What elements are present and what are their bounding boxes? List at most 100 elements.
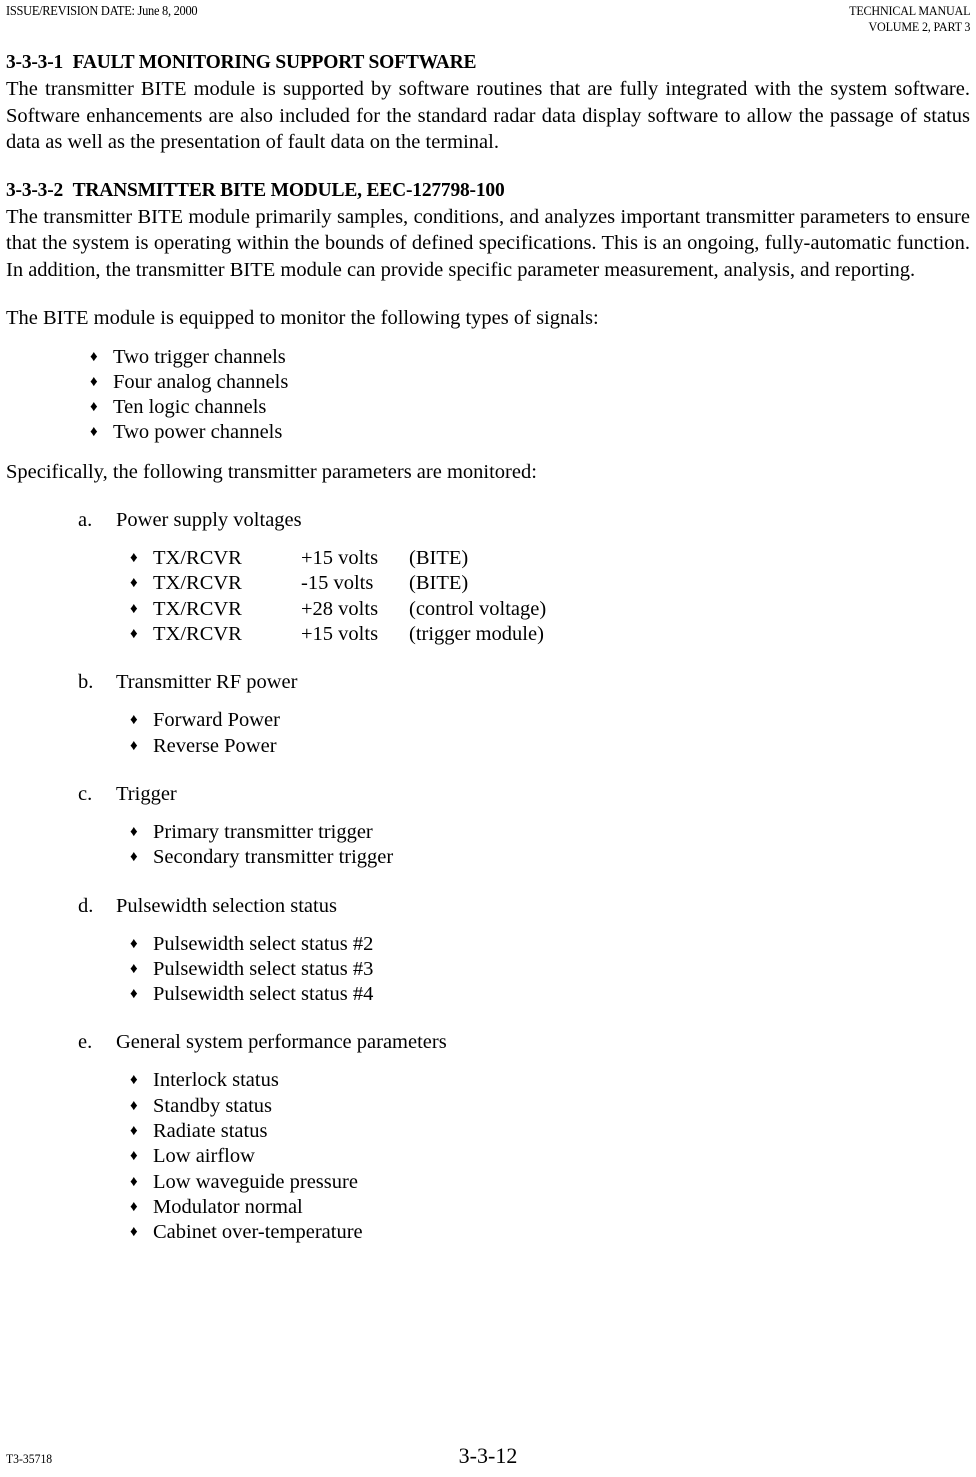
diamond-bullet-icon: ♦ [90,348,98,365]
table-row: ♦ TX/RCVR +15 volts (BITE) [6,546,970,571]
parameter-label: General system performance parameters [116,1031,447,1054]
list-item-label: Pulsewidth select status #3 [153,957,374,980]
diamond-bullet-icon: ♦ [90,373,98,390]
parameter-item-e: e. General system performance parameters [6,1029,970,1055]
list-marker: e. [78,1031,93,1054]
list-item-label: Interlock status [153,1069,279,1092]
section-title-1: FAULT MONITORING SUPPORT SOFTWARE [72,51,477,73]
document-body: 3-3-3-1 FAULT MONITORING SUPPORT SOFTWARE… [0,50,976,1246]
diamond-bullet-icon: ♦ [130,737,138,754]
voltage-rail-name: TX/RCVR [153,623,242,646]
diamond-bullet-icon: ♦ [130,626,138,643]
voltage-value: -15 volts [301,572,374,595]
diamond-bullet-icon: ♦ [130,1224,138,1241]
list-item: ♦ Low airflow [6,1144,970,1169]
voltage-value: +15 volts [301,547,379,570]
list-item-label: Modulator normal [153,1195,303,1218]
diamond-bullet-icon: ♦ [130,1198,138,1215]
list-marker: c. [78,782,93,805]
list-item-label: Reverse Power [153,734,277,757]
table-row: ♦ TX/RCVR +15 volts (trigger module) [6,622,970,647]
section-title-2: TRANSMITTER BITE MODULE, EEC-127798-100 [72,178,505,201]
power-supply-voltage-list: ♦ TX/RCVR +15 volts (BITE) ♦ TX/RCVR -15 volt… [6,546,970,647]
list-item-label: Pulsewidth select status #2 [153,932,374,955]
section-heading-1: 3-3-3-1 FAULT MONITORING SUPPORT SOFTWARE [6,50,922,75]
diamond-bullet-icon: ♦ [130,550,138,567]
list-item-label: Two trigger channels [113,345,286,368]
list-item: ♦ Pulsewidth select status #3 [6,957,970,982]
list-item-label: Forward Power [153,709,280,732]
list-item: ♦ Interlock status [6,1068,970,1093]
parameter-item-d: d. Pulsewidth selection status [6,893,970,919]
table-row: ♦ TX/RCVR +28 volts (control voltage) [6,597,970,622]
list-item: ♦ Modulator normal [6,1195,970,1220]
diamond-bullet-icon: ♦ [130,960,138,977]
voltage-value: +28 volts [301,597,379,620]
list-item: ♦ Two power channels [6,420,970,445]
voltage-note: (trigger module) [409,623,544,646]
list-item: ♦ Pulsewidth select status #2 [6,932,970,957]
diamond-bullet-icon: ♦ [130,1097,138,1114]
list-item: ♦ Four analog channels [6,370,970,395]
list-marker: a. [78,509,93,532]
header-manual-info: TECHNICAL MANUAL VOLUME 2, PART 3 [840,3,970,35]
header-volume-part: VOLUME 2, PART 3 [868,19,970,34]
voltage-note: (BITE) [409,547,469,570]
list-item: ♦ Low waveguide pressure [6,1170,970,1195]
section-heading-2: 3-3-3-2 TRANSMITTER BITE MODULE, EEC-1277… [6,178,922,203]
parameter-item-b: b. Transmitter RF power [6,669,970,695]
diamond-bullet-icon: ♦ [130,600,138,617]
list-item: ♦ Pulsewidth select status #4 [6,982,970,1007]
list-item-label: Low airflow [153,1145,255,1168]
list-item: ♦ Reverse Power [6,734,970,759]
diamond-bullet-icon: ♦ [130,1148,138,1165]
list-item: ♦ Primary transmitter trigger [6,820,970,845]
document-page: ISSUE/REVISION DATE: June 8, 2000 TECHNI… [0,0,976,1477]
parameters-intro-paragraph: Specifically, the following transmitter … [6,460,537,483]
list-item: ♦ Radiate status [6,1119,970,1144]
parameter-label: Trigger [116,782,177,805]
general-performance-list: ♦ Interlock status ♦ Standby status ♦ Radia… [6,1068,970,1245]
section-2-paragraph: The transmitter BITE module primarily sa… [6,205,970,281]
trigger-list: ♦ Primary transmitter trigger ♦ Secondary … [6,820,970,871]
section-number-2: 3-3-3-2 [6,178,64,201]
parameter-label: Power supply voltages [116,509,302,532]
diamond-bullet-icon: ♦ [130,1072,138,1089]
header-technical-manual: TECHNICAL MANUAL [848,3,970,18]
list-item: ♦ Standby status [6,1094,970,1119]
diamond-bullet-icon: ♦ [130,1123,138,1140]
diamond-bullet-icon: ♦ [90,399,98,416]
parameter-label: Transmitter RF power [116,671,298,694]
monitored-parameters-list: a. Power supply voltages ♦ TX/RCVR +15 volt… [6,507,970,1245]
voltage-value: +15 volts [301,623,379,646]
list-item: ♦ Secondary transmitter trigger [6,845,970,870]
page-footer: T3-35718 3-3-12 [6,1439,970,1469]
page-number: 3-3-12 [458,1443,518,1468]
list-item: ♦ Ten logic channels [6,395,970,420]
voltage-rail-name: TX/RCVR [153,597,242,620]
pulsewidth-status-list: ♦ Pulsewidth select status #2 ♦ Pulsewidth… [6,932,970,1008]
signal-types-list: ♦ Two trigger channels ♦ Four analog chann… [6,345,970,446]
list-item-label: Standby status [153,1094,273,1117]
page-header: ISSUE/REVISION DATE: June 8, 2000 TECHNI… [6,3,970,37]
diamond-bullet-icon: ♦ [130,575,138,592]
list-item-label: Primary transmitter trigger [153,820,373,843]
list-item-label: Four analog channels [113,370,289,393]
list-item-label: Radiate status [153,1120,268,1143]
list-item: ♦ Two trigger channels [6,345,970,370]
signals-intro-paragraph: The BITE module is equipped to monitor t… [6,307,599,329]
list-marker: b. [78,671,94,694]
